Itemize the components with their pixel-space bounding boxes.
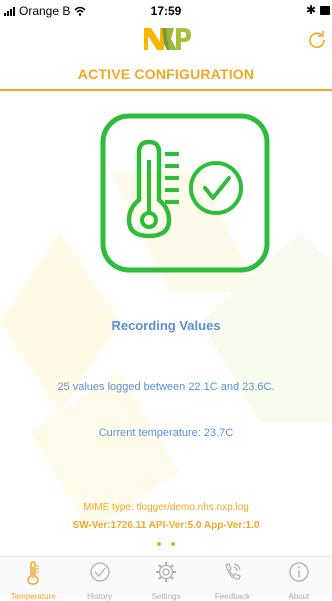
thermometer-icon bbox=[27, 561, 40, 585]
nxp-logo bbox=[144, 28, 191, 50]
status-bar: Orange B 17:59 ✱ bbox=[0, 0, 332, 22]
recording-status: Recording Values bbox=[111, 318, 221, 333]
app-header bbox=[0, 22, 332, 66]
temperature-check-icon bbox=[100, 113, 270, 273]
tab-settings[interactable]: Settings bbox=[133, 557, 199, 601]
tab-history[interactable]: History bbox=[66, 557, 132, 601]
page-indicator[interactable] bbox=[0, 542, 332, 546]
page-dot[interactable] bbox=[171, 542, 175, 546]
bluetooth-icon: ✱ bbox=[305, 3, 316, 17]
page-dot[interactable] bbox=[157, 542, 161, 546]
mime-type: MIME type: tlogger/demo.nhs.nxp.log bbox=[83, 502, 249, 513]
info-icon bbox=[289, 562, 309, 582]
clock-time: 17:59 bbox=[150, 4, 182, 18]
tab-feedback[interactable]: Feedback bbox=[199, 557, 265, 601]
tab-bar: Temperature History Settings Feedback Ab… bbox=[0, 556, 332, 601]
version-info: SW-Ver:1726.11 API-Ver:5.0 App-Ver:1.0 bbox=[72, 520, 260, 531]
tab-temperature[interactable]: Temperature bbox=[0, 557, 66, 601]
current-temperature: Current temperature: 23.7C bbox=[98, 427, 234, 439]
tab-about[interactable]: About bbox=[266, 557, 332, 601]
header-divider bbox=[0, 89, 332, 91]
gear-icon bbox=[156, 562, 177, 582]
values-summary: 25 values logged between 22.1C and 23.6C… bbox=[57, 381, 275, 393]
phone-icon bbox=[225, 563, 242, 580]
clock-icon bbox=[89, 562, 110, 582]
battery-icon bbox=[320, 5, 330, 15]
page-title: ACTIVE CONFIGURATION bbox=[77, 66, 255, 82]
reload-icon[interactable] bbox=[308, 30, 326, 48]
